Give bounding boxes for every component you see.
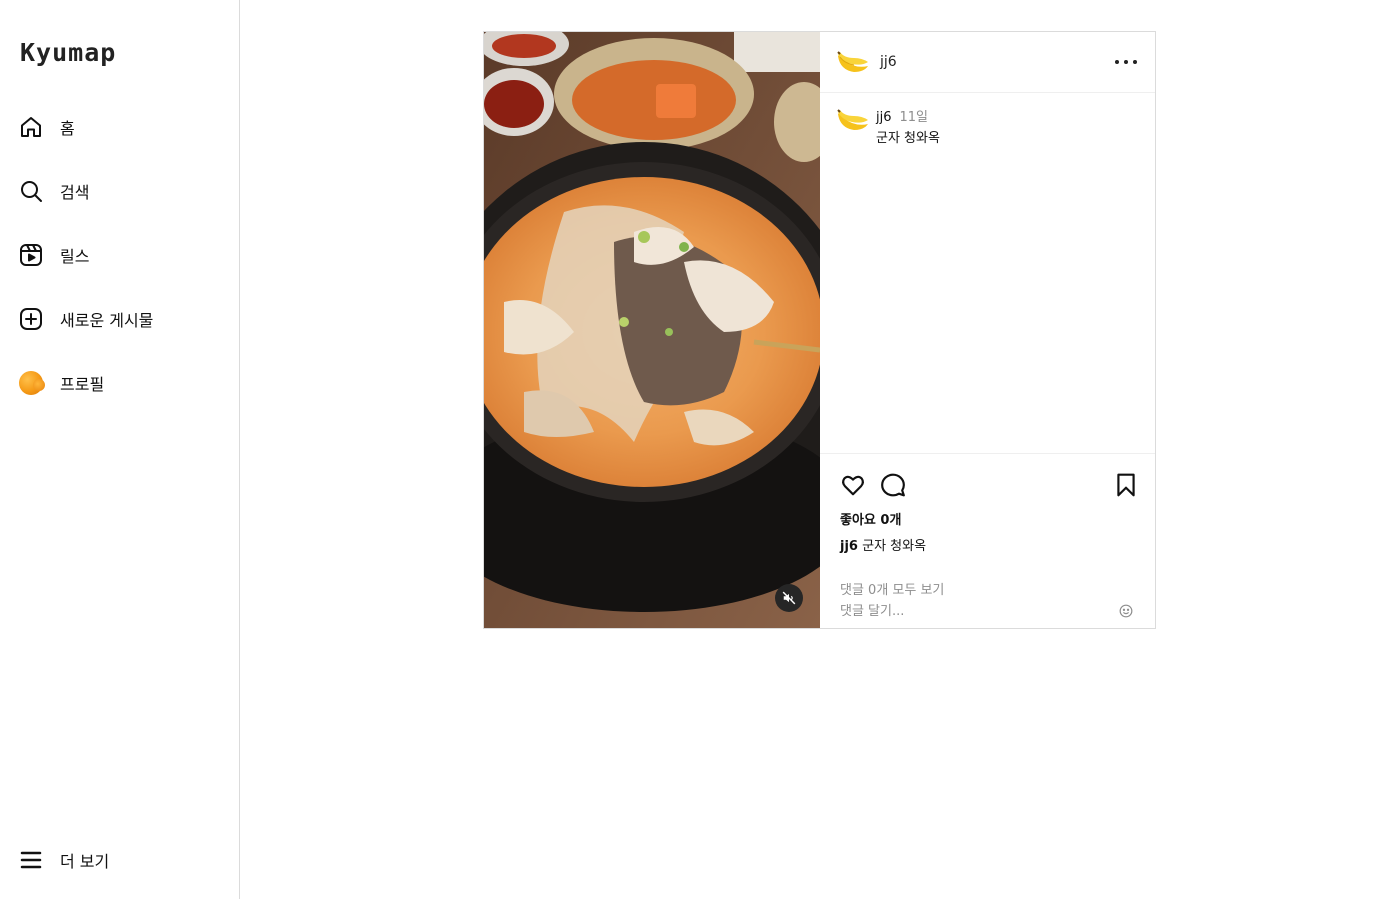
sidebar-item-label: 검색 [60, 183, 90, 202]
post-sidebar: jj6 jj6 11일 군자 청와옥 좋아요 0개 jj6 군자 청와옥 댓글 … [820, 32, 1155, 628]
heart-icon [842, 475, 864, 496]
sidebar-item-more[interactable]: 더 보기 [18, 844, 218, 876]
search-icon [18, 178, 44, 204]
muted-speaker-icon [782, 591, 796, 605]
app-logo[interactable]: Kyumap [20, 38, 116, 67]
caption-text: jj6 11일 군자 청와옥 [876, 106, 940, 146]
sidebar-item-reels[interactable]: 릴스 [18, 239, 218, 271]
likes-count[interactable]: 좋아요 0개 [840, 509, 901, 528]
food-photo [484, 32, 820, 628]
like-button[interactable] [840, 472, 866, 498]
comment-button[interactable] [880, 472, 906, 498]
banana-icon[interactable] [836, 106, 870, 134]
home-icon [18, 114, 44, 140]
save-button[interactable] [1113, 472, 1139, 498]
new-post-icon [18, 306, 44, 332]
sidebar-item-label: 홈 [60, 119, 75, 138]
profile-avatar [18, 370, 45, 396]
sidebar-item-label: 프로필 [60, 375, 105, 394]
sidebar-item-new-post[interactable]: 새로운 게시물 [18, 303, 218, 335]
sidebar-item-label: 새로운 게시물 [60, 311, 154, 330]
caption-username[interactable]: jj6 [876, 110, 892, 125]
caption-body: 군자 청와옥 [876, 131, 940, 146]
post-video[interactable] [484, 32, 820, 628]
banana-icon[interactable] [836, 48, 870, 76]
more-options-button[interactable] [1115, 54, 1137, 70]
post-actions: 좋아요 0개 jj6 군자 청와옥 댓글 0개 모두 보기 [820, 453, 1155, 628]
reels-icon [18, 242, 44, 268]
bookmark-icon [1117, 473, 1135, 497]
sidebar-item-label: 릴스 [60, 247, 90, 266]
caption-summary-text: 군자 청와옥 [862, 539, 927, 554]
post-header: jj6 [820, 32, 1155, 93]
menu-icon [18, 847, 44, 873]
caption-block: jj6 11일 군자 청와옥 [836, 106, 940, 146]
post-author[interactable]: jj6 [880, 54, 897, 70]
sidebar: Kyumap 홈 검색 릴스 새로운 게시물 프로필 더 보기 [0, 0, 240, 899]
mute-button[interactable] [775, 584, 803, 612]
sidebar-item-label: 더 보기 [60, 852, 110, 871]
comment-icon [881, 473, 905, 497]
emoji-icon[interactable] [1119, 604, 1133, 618]
caption-summary: jj6 군자 청와옥 [840, 535, 926, 554]
caption-time: 11일 [899, 110, 929, 125]
comment-input[interactable] [840, 602, 1110, 620]
view-comments-link[interactable]: 댓글 0개 모두 보기 [840, 579, 944, 598]
more-dot [1124, 60, 1128, 64]
more-dot [1133, 60, 1137, 64]
caption-summary-user[interactable]: jj6 [840, 539, 858, 554]
sidebar-item-profile[interactable]: 프로필 [18, 367, 218, 399]
sidebar-item-home[interactable]: 홈 [18, 111, 218, 143]
sidebar-item-search[interactable]: 검색 [18, 175, 218, 207]
post-card: jj6 jj6 11일 군자 청와옥 좋아요 0개 jj6 군자 청와옥 댓글 … [483, 31, 1156, 629]
more-dot [1115, 60, 1119, 64]
app-root: Kyumap 홈 검색 릴스 새로운 게시물 프로필 더 보기 jj6 jj6 … [0, 0, 1391, 899]
